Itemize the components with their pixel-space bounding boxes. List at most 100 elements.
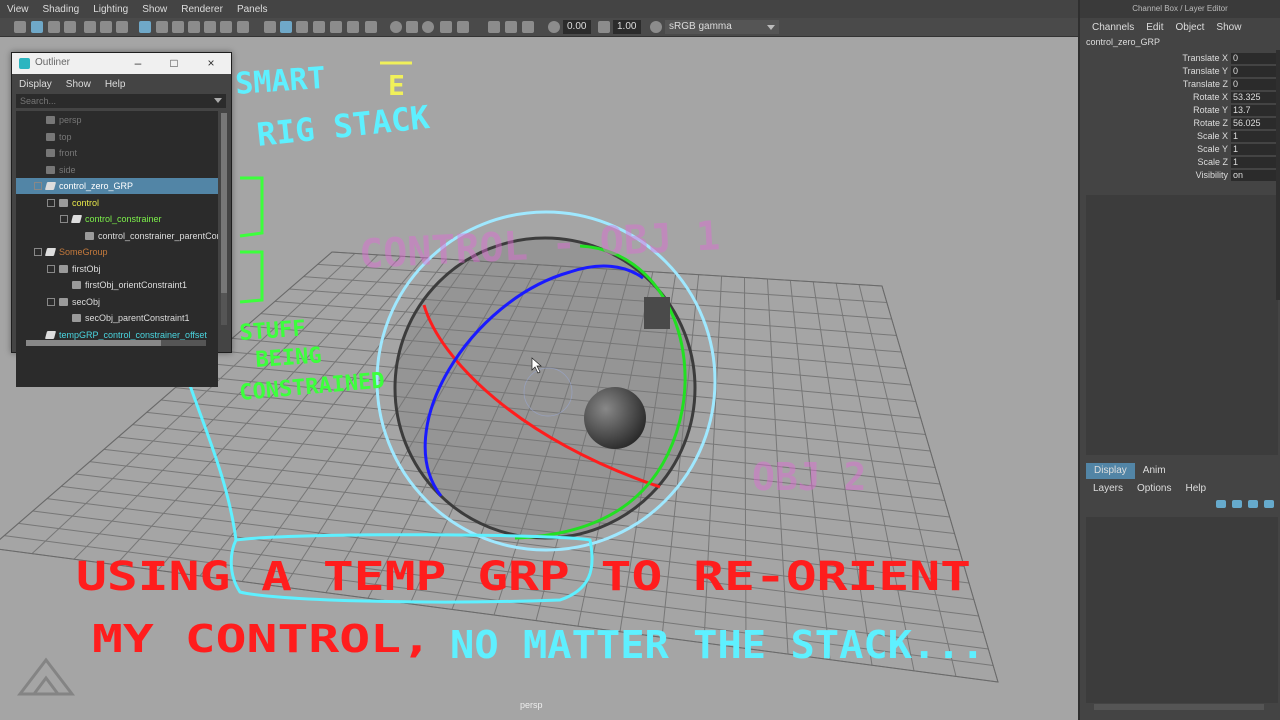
outliner-item[interactable]: control — [16, 195, 218, 211]
menu-show[interactable]: Show — [135, 4, 174, 15]
attribute-name[interactable]: Translate Y — [1182, 65, 1228, 78]
layout-icon[interactable] — [522, 21, 534, 33]
outliner-item[interactable]: front — [16, 145, 218, 161]
expand-collapse-icon[interactable] — [47, 198, 55, 207]
attribute-name[interactable]: Rotate Y — [1193, 104, 1228, 117]
menu-shading[interactable]: Shading — [36, 4, 87, 15]
isolate-icon[interactable] — [264, 21, 276, 33]
circle-icon[interactable] — [422, 21, 434, 33]
sphere-icon[interactable] — [390, 21, 402, 33]
menu-help[interactable]: Help — [1178, 483, 1213, 494]
playblast-icon[interactable] — [488, 21, 500, 33]
outliner-menu-show[interactable]: Show — [59, 79, 98, 90]
outliner-item[interactable]: control_zero_GRP — [16, 178, 218, 194]
tab-display[interactable]: Display — [1086, 463, 1135, 479]
layer-scrollbar[interactable] — [1094, 704, 1264, 710]
textured-icon[interactable] — [172, 21, 184, 33]
ao-icon[interactable] — [220, 21, 232, 33]
outliner-item[interactable]: side — [16, 162, 218, 178]
attribute-value-field[interactable]: 53.325 — [1231, 92, 1277, 103]
outliner-item[interactable]: persp — [16, 112, 218, 128]
camera-attributes-icon[interactable] — [31, 21, 43, 33]
attribute-row[interactable]: Scale Y1 — [1080, 143, 1280, 156]
outliner-titlebar[interactable]: Outliner – □ × — [12, 53, 231, 74]
outliner-menu-display[interactable]: Display — [12, 79, 59, 90]
expand-collapse-icon[interactable] — [34, 248, 42, 256]
attribute-name[interactable]: Translate X — [1182, 52, 1228, 65]
depth-of-field-icon[interactable] — [347, 21, 359, 33]
attribute-name[interactable]: Visibility — [1196, 169, 1228, 182]
attribute-name[interactable]: Scale Y — [1197, 143, 1228, 156]
image-plane-icon[interactable] — [64, 21, 76, 33]
menu-panels[interactable]: Panels — [230, 4, 275, 15]
attribute-value-field[interactable]: 1 — [1231, 144, 1277, 155]
xray-joints-icon[interactable] — [296, 21, 308, 33]
gamma-field[interactable]: 1.00 — [613, 20, 641, 34]
attribute-row[interactable]: Rotate X 53.325 — [1080, 91, 1280, 104]
motion-blur-icon[interactable] — [237, 21, 249, 33]
menu-renderer[interactable]: Renderer — [174, 4, 230, 15]
wireframe-icon[interactable] — [139, 21, 151, 33]
gamma-icon[interactable] — [598, 21, 610, 33]
menu-edit[interactable]: Edit — [1140, 22, 1169, 33]
outliner-horizontal-scrollbar[interactable] — [26, 340, 206, 346]
safe-area-icon[interactable] — [457, 21, 469, 33]
close-icon[interactable]: × — [202, 55, 220, 71]
attribute-value-field[interactable]: 13.7 — [1231, 105, 1277, 116]
attribute-value-field[interactable]: 0 — [1231, 53, 1277, 64]
light-icon[interactable] — [365, 21, 377, 33]
camera-select-icon[interactable] — [14, 21, 26, 33]
menu-object[interactable]: Object — [1170, 22, 1211, 33]
menu-options[interactable]: Options — [1130, 483, 1178, 494]
grid-icon[interactable] — [84, 21, 96, 33]
two-panel-icon[interactable] — [505, 21, 517, 33]
outliner-item[interactable]: firstObj — [16, 261, 218, 277]
menu-lighting[interactable]: Lighting — [86, 4, 135, 15]
tab-anim[interactable]: Anim — [1135, 463, 1174, 479]
channel-box-scrollbar[interactable] — [1276, 50, 1280, 300]
scrollbar-thumb[interactable] — [221, 113, 227, 293]
layer-list[interactable] — [1086, 517, 1278, 703]
colorspace-icon[interactable] — [650, 21, 662, 33]
attribute-name[interactable]: Scale Z — [1197, 156, 1228, 169]
attribute-row[interactable]: Scale X1 — [1080, 130, 1280, 143]
outliner-item[interactable]: control_constrainer_parentConstraint1 — [16, 228, 218, 244]
resolution-gate-icon[interactable] — [116, 21, 128, 33]
ssao-icon[interactable] — [313, 21, 325, 33]
lights-icon[interactable] — [188, 21, 200, 33]
outliner-item[interactable]: secObj — [16, 294, 218, 310]
attribute-row[interactable]: Translate Z0 — [1080, 78, 1280, 91]
expand-collapse-icon[interactable] — [34, 182, 42, 190]
attribute-name[interactable]: Translate Z — [1183, 78, 1228, 91]
attribute-value-field[interactable]: 0 — [1231, 66, 1277, 77]
colorspace-dropdown[interactable]: sRGB gamma — [665, 20, 779, 34]
attribute-row[interactable]: Visibility on — [1080, 169, 1280, 182]
attribute-row[interactable]: Translate Y0 — [1080, 65, 1280, 78]
viewport-panel[interactable]: View Shading Lighting Show Renderer Pane… — [0, 0, 1078, 720]
attribute-value-field[interactable]: 1 — [1231, 131, 1277, 142]
attribute-value-field[interactable]: 0 — [1231, 79, 1277, 90]
move-layer-down-icon[interactable] — [1232, 500, 1242, 508]
attribute-name[interactable]: Rotate Z — [1193, 117, 1228, 130]
bookmark-icon[interactable] — [48, 21, 60, 33]
attribute-value-field[interactable]: on — [1231, 170, 1277, 181]
outliner-vertical-scrollbar[interactable] — [221, 113, 227, 325]
outliner-search[interactable] — [16, 94, 226, 108]
multisample-icon[interactable] — [330, 21, 342, 33]
search-input[interactable] — [16, 94, 200, 108]
move-layer-up-icon[interactable] — [1216, 500, 1226, 508]
hud-icon[interactable] — [440, 21, 452, 33]
exposure-icon[interactable] — [548, 21, 560, 33]
outliner-menu-help[interactable]: Help — [98, 79, 133, 90]
expand-collapse-icon[interactable] — [47, 264, 55, 273]
menu-channels[interactable]: Channels — [1086, 22, 1140, 33]
menu-layers[interactable]: Layers — [1086, 483, 1130, 494]
menu-view[interactable]: View — [0, 4, 36, 15]
shading-icon[interactable] — [406, 21, 418, 33]
outliner-item[interactable]: firstObj_orientConstraint1 — [16, 277, 218, 293]
attribute-row[interactable]: Rotate Z 56.025 — [1080, 117, 1280, 130]
outliner-item[interactable]: top — [16, 129, 218, 145]
attribute-value-field[interactable]: 56.025 — [1231, 118, 1277, 129]
shadows-icon[interactable] — [204, 21, 216, 33]
outliner-item[interactable]: SomeGroup — [16, 244, 218, 260]
